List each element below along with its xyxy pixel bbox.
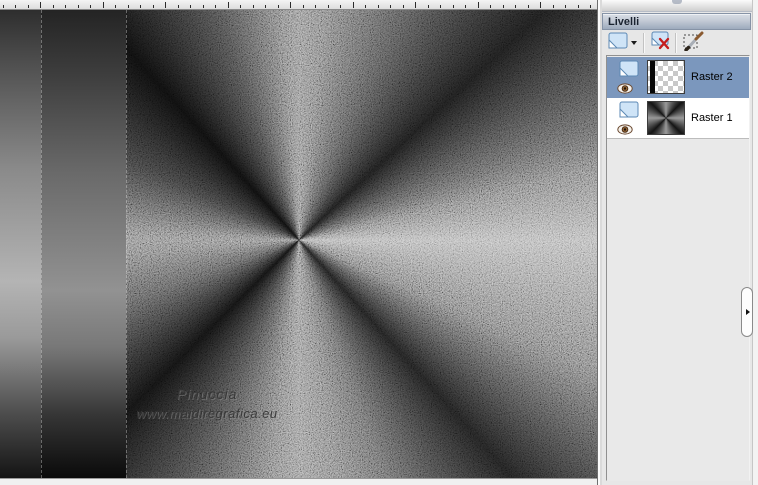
black-bar-content [650,61,655,93]
layers-toolbar [602,31,751,55]
watermark-url: www.maidiregrafica.eu [136,406,278,421]
layer-label: Raster 1 [691,112,733,124]
app-window: Pinuccia www.maidiregrafica.eu Livelli R… [0,0,758,485]
selection-guide-line [41,10,42,478]
watermark-name: Pinuccia [176,386,238,402]
chevron-right-icon [746,309,750,315]
delete-layer-button[interactable] [647,31,677,55]
new-layer-button[interactable] [604,32,640,54]
edit-selection-button[interactable] [679,31,709,56]
visibility-eye-icon[interactable] [617,122,633,140]
watermark: Pinuccia www.maidiregrafica.eu [97,384,317,424]
layer-thumbnail [647,101,685,135]
toolbar-separator [675,33,676,53]
panel-title: Livelli [608,16,640,28]
raster-layer-icon [619,101,639,123]
layer-thumbnail [647,60,685,94]
layers-palette: Livelli Raster 2 Raster 1 [597,0,758,485]
visibility-eye-icon[interactable] [617,81,633,99]
dock-top-bar [602,0,752,12]
panel-title-bar[interactable]: Livelli [602,13,751,30]
toolbar-separator [643,33,644,53]
panel-collapse-handle[interactable] [741,287,753,337]
edit-selection-brush-icon [682,31,706,56]
chevron-down-icon[interactable] [630,41,637,45]
dock-right-edge [752,0,758,485]
canvas[interactable]: Pinuccia www.maidiregrafica.eu [0,10,597,478]
dock-divider[interactable] [597,0,602,485]
horizontal-ruler [0,0,597,10]
layer-label: Raster 2 [691,71,733,83]
canvas-bottom-edge [0,478,597,485]
layer-row-raster-1[interactable]: Raster 1 [607,98,749,139]
raster-layer-icon [619,60,639,82]
new-layer-icon [608,32,628,54]
dock-grip-icon [672,0,682,4]
layer-row-raster-2[interactable]: Raster 2 [607,57,749,98]
left-gradient-band [0,10,41,478]
layers-list: Raster 2 Raster 1 [606,55,750,481]
delete-layer-icon [651,31,673,55]
